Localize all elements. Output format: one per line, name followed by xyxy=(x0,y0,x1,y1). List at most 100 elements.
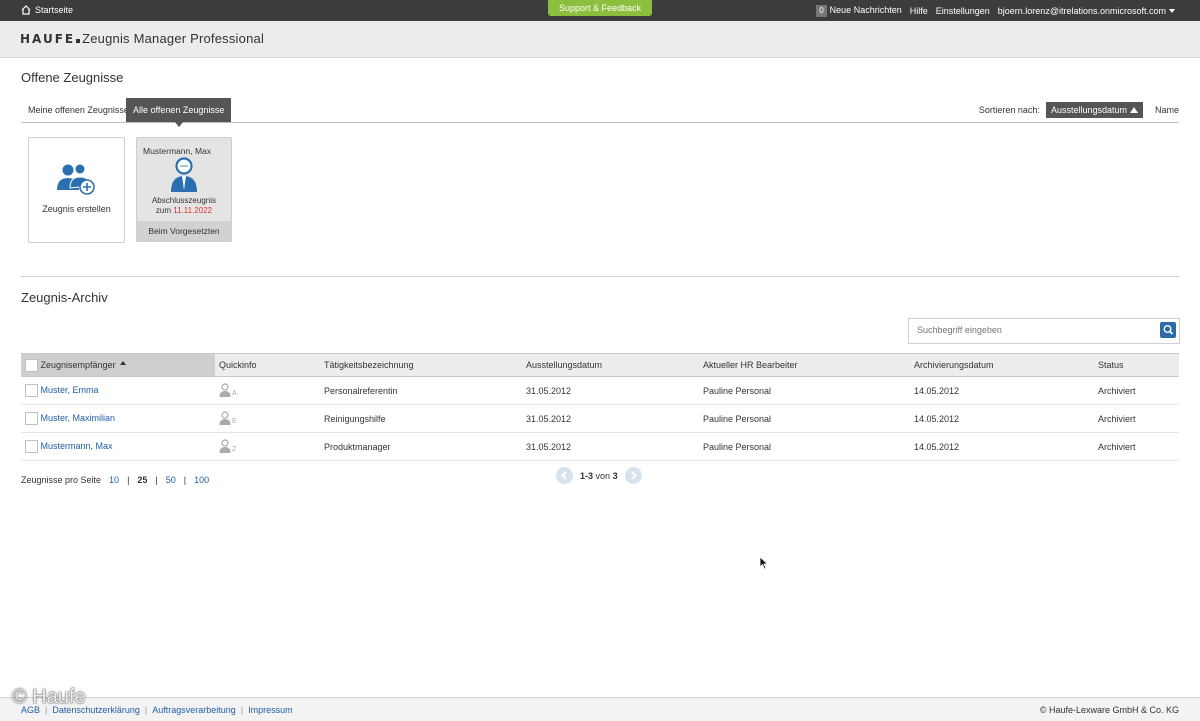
per-page-label: Zeugnisse pro Seite xyxy=(21,475,102,485)
tab-my-open[interactable]: Meine offenen Zeugnisse xyxy=(21,98,136,122)
per-page-option-50[interactable]: 50 xyxy=(166,475,176,485)
user-menu[interactable]: bjoern.lorenz@itrelations.onmicrosoft.co… xyxy=(998,6,1175,16)
separator: | xyxy=(127,475,130,485)
search-button[interactable] xyxy=(1160,322,1176,338)
prev-page-button[interactable] xyxy=(556,467,573,484)
home-icon xyxy=(21,5,31,15)
column-recipient-label: Zeugnisempfänger xyxy=(40,359,116,370)
row-checkbox[interactable] xyxy=(25,412,38,425)
row-checkbox[interactable] xyxy=(25,440,38,453)
app-name: Zeugnis Manager Professional xyxy=(82,31,265,46)
archive-search xyxy=(908,318,1180,344)
archive-table: Zeugnisempfänger Quickinfo Tätigkeitsbez… xyxy=(21,353,1179,461)
separator: | xyxy=(144,705,148,715)
footer-link-imprint[interactable]: Impressum xyxy=(248,705,293,715)
add-users-icon xyxy=(57,163,95,195)
recipient-cell: Muster, Maximilian xyxy=(21,404,215,433)
quickinfo-cell: E xyxy=(215,404,320,433)
per-page-option-100[interactable]: 100 xyxy=(194,475,209,485)
messages-count-badge: 0 xyxy=(816,4,827,17)
quickinfo-badge[interactable]: E xyxy=(219,410,237,425)
sort-label: Sortieren nach: xyxy=(978,105,1040,115)
sort-by-date-button[interactable]: Ausstellungsdatum xyxy=(1045,102,1143,118)
settings-link[interactable]: Einstellungen xyxy=(936,6,990,16)
next-page-button[interactable] xyxy=(624,467,642,484)
table-row[interactable]: Muster, Emma A Personalreferentin 31.05.… xyxy=(21,376,1179,405)
certificate-due: zum 11.11.2022 xyxy=(137,206,231,216)
archive-date-cell: 14.05.2012 xyxy=(910,432,1094,461)
separator: | xyxy=(183,475,187,485)
home-link[interactable]: Startseite xyxy=(21,5,73,15)
archive-date-cell: 14.05.2012 xyxy=(910,404,1094,433)
user-email: bjoern.lorenz@itrelations.onmicrosoft.co… xyxy=(997,5,1166,16)
certificate-status: Beim Vorgesetzten xyxy=(137,221,231,241)
page-range: 1-3 xyxy=(580,470,594,481)
support-feedback-button[interactable]: Support & Feedback xyxy=(548,0,652,16)
recipient-cell: Mustermann, Max xyxy=(21,432,215,461)
help-link[interactable]: Hilfe xyxy=(910,6,928,16)
certificate-date: 11.11.2022 xyxy=(173,206,213,215)
quickinfo-badge[interactable]: Z xyxy=(219,438,237,453)
app-logo[interactable]: HAUFE Zeugnis Manager Professional xyxy=(20,31,264,46)
section-divider xyxy=(21,276,1179,277)
column-header-job-title[interactable]: Tätigkeitsbezeichnung xyxy=(320,353,522,377)
quickinfo-badge[interactable]: A xyxy=(219,382,237,397)
column-header-recipient[interactable]: Zeugnisempfänger xyxy=(21,353,215,377)
footer-link-processing[interactable]: Auftragsverarbeitung xyxy=(152,705,236,715)
column-header-archive-date[interactable]: Archivierungsdatum xyxy=(910,353,1094,377)
chevron-right-icon xyxy=(630,471,637,480)
per-page-option-10[interactable]: 10 xyxy=(109,475,119,485)
recipient-link[interactable]: Mustermann, Max xyxy=(41,441,113,451)
column-header-quickinfo: Quickinfo xyxy=(215,353,320,377)
chevron-down-icon xyxy=(1169,9,1175,14)
create-certificate-label: Zeugnis erstellen xyxy=(42,204,111,214)
issue-date-cell: 31.05.2012 xyxy=(522,432,699,461)
recipient-link[interactable]: Muster, Maximilian xyxy=(41,413,116,423)
sort-by-name-option[interactable]: Name xyxy=(1155,105,1179,115)
create-certificate-card[interactable]: Zeugnis erstellen xyxy=(28,137,125,243)
person-icon xyxy=(171,157,197,192)
column-header-hr-editor[interactable]: Aktueller HR Bearbeiter xyxy=(699,353,910,377)
sort-up-icon xyxy=(1129,107,1138,113)
watermark: © Haufe xyxy=(12,686,86,708)
certificate-type-label: Abschlusszeugnis xyxy=(151,196,217,205)
job-title-cell: Personalreferentin xyxy=(320,376,522,405)
select-all-checkbox[interactable] xyxy=(25,358,38,372)
messages-link[interactable]: 0 Neue Nachrichten xyxy=(816,4,902,17)
table-header-row: Zeugnisempfänger Quickinfo Tätigkeitsbez… xyxy=(21,353,1179,377)
row-checkbox[interactable] xyxy=(25,384,38,397)
certificate-type: Abschlusszeugnis zum 11.11.2022 xyxy=(137,196,231,216)
hr-editor-cell: Pauline Personal xyxy=(699,376,910,405)
sort-by-date-label: Ausstellungsdatum xyxy=(1050,105,1127,115)
quickinfo-letter: E xyxy=(232,417,237,425)
sort-asc-icon xyxy=(119,361,126,365)
separator: | xyxy=(155,475,158,485)
per-page-selector: Zeugnisse pro Seite 10 | 25 | 50 | 100 xyxy=(21,475,209,485)
page-of: von xyxy=(595,470,611,481)
logo-dot xyxy=(76,39,81,43)
quickinfo-cell: Z xyxy=(215,432,320,461)
per-page-option-25[interactable]: 25 xyxy=(137,475,147,485)
footer: AGB | Datenschutzerklärung | Auftragsver… xyxy=(0,697,1200,721)
status-cell: Archiviert xyxy=(1094,432,1179,461)
mouse-cursor-icon xyxy=(759,556,769,570)
status-cell: Archiviert xyxy=(1094,376,1179,405)
recipient-link[interactable]: Muster, Emma xyxy=(41,385,99,395)
open-certificate-card[interactable]: Mustermann, Max Abschlusszeugnis zum 11.… xyxy=(136,137,232,242)
column-header-status[interactable]: Status xyxy=(1094,353,1179,377)
top-bar: Startseite Support & Feedback 0 Neue Nach… xyxy=(0,0,1200,21)
table-row[interactable]: Muster, Maximilian E Reinigungshilfe 31.… xyxy=(21,404,1179,433)
job-title-cell: Produktmanager xyxy=(320,432,522,461)
status-cell: Archiviert xyxy=(1094,404,1179,433)
page-info: 1-3 von 3 xyxy=(580,471,618,481)
quickinfo-letter: Z xyxy=(232,445,237,453)
table-row[interactable]: Mustermann, Max Z Produktmanager 31.05.2… xyxy=(21,432,1179,461)
issue-date-cell: 31.05.2012 xyxy=(522,404,699,433)
brand-logo: HAUFE xyxy=(20,32,76,46)
quickinfo-letter: A xyxy=(232,389,237,397)
employee-name: Mustermann, Max xyxy=(143,146,212,156)
tab-all-open[interactable]: Alle offenen Zeugnisse xyxy=(126,98,232,127)
search-input[interactable] xyxy=(915,324,1149,336)
open-tabs: Meine offenen Zeugnisse Alle offenen Zeu… xyxy=(21,98,1179,127)
column-header-issue-date[interactable]: Ausstellungsdatum xyxy=(522,353,699,377)
